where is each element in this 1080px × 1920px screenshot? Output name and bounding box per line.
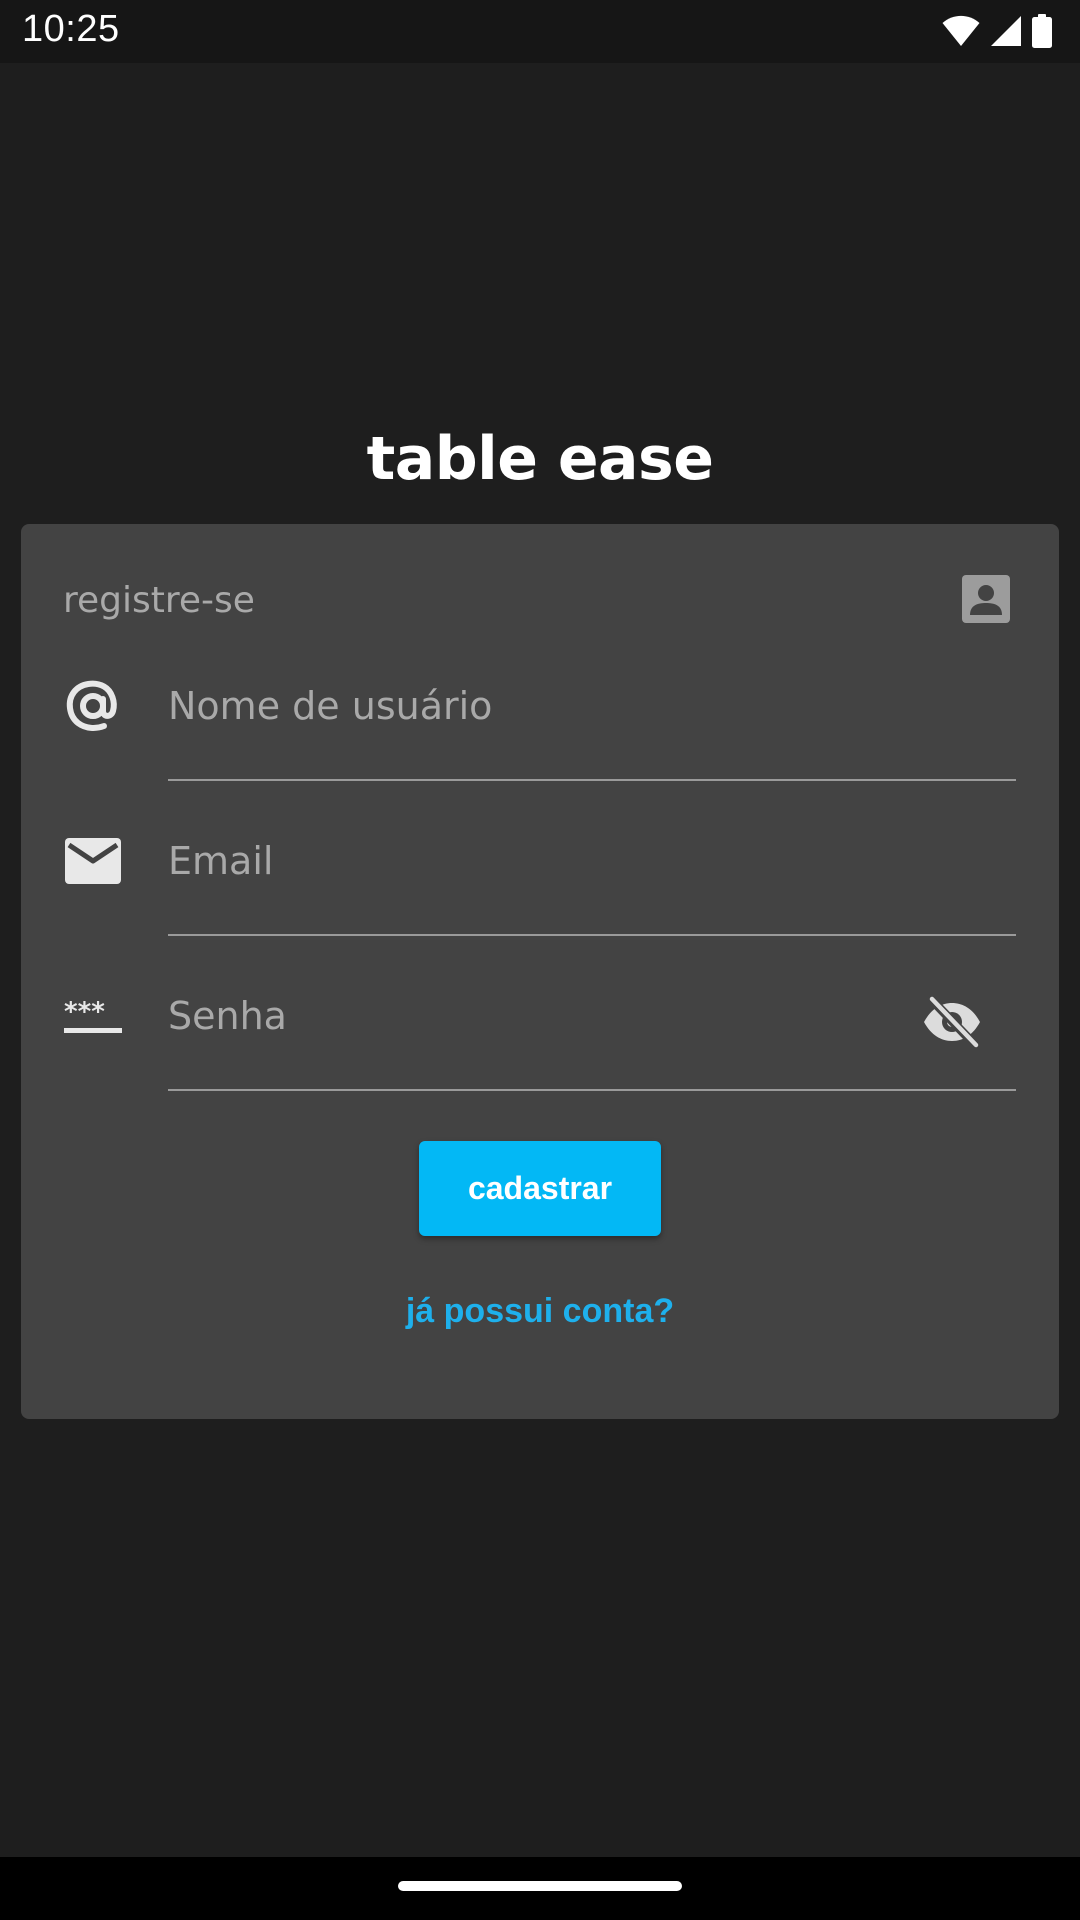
email-underline [168, 934, 1016, 936]
password-dots-icon: *** [63, 986, 123, 1046]
app-title: table ease [366, 424, 714, 494]
username-field [21, 674, 1059, 794]
wifi-icon [942, 15, 980, 46]
username-underline [168, 779, 1016, 781]
password-field: *** [21, 984, 1059, 1104]
eye-off-icon [924, 996, 980, 1048]
battery-icon [1032, 14, 1052, 48]
svg-text:***: *** [64, 997, 105, 1027]
status-bar: 10:25 [0, 0, 1080, 63]
cellular-signal-icon [991, 16, 1021, 46]
status-icons [942, 14, 1052, 48]
register-card: registre-se Nome de usuário Email *** ca… [21, 524, 1059, 1419]
email-input[interactable] [168, 831, 938, 891]
password-input[interactable] [168, 986, 888, 1046]
register-button[interactable]: cadastrar [419, 1141, 661, 1236]
toggle-password-visibility-button[interactable] [917, 992, 987, 1052]
register-heading: registre-se [63, 580, 255, 621]
username-input[interactable] [168, 676, 938, 736]
login-link[interactable]: já possui conta? [21, 1292, 1059, 1331]
home-indicator[interactable] [398, 1881, 682, 1891]
navigation-bar [0, 1857, 1080, 1920]
status-time: 10:25 [22, 8, 120, 50]
at-sign-icon [63, 676, 123, 736]
register-screen: 10:25 table ease registre-se Nome de usu… [0, 0, 1080, 1920]
password-underline [168, 1089, 1016, 1091]
account-box-icon [962, 575, 1010, 623]
email-field [21, 829, 1059, 949]
envelope-icon [63, 831, 123, 891]
